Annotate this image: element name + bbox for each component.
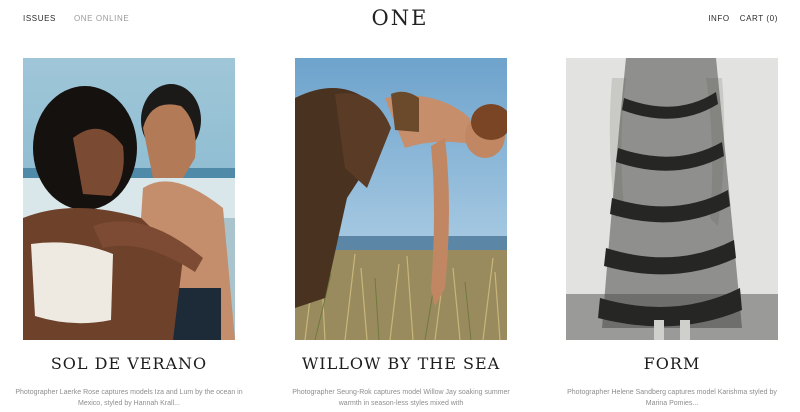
story-title[interactable]: SOL DE VERANO xyxy=(3,354,255,373)
story-card[interactable]: FORM Photographer Helene Sandberg captur… xyxy=(566,58,778,407)
story-description: Photographer Helene Sandberg captures mo… xyxy=(567,389,777,407)
utility-nav: INFO CART (0) xyxy=(708,14,778,23)
nav-cart-link[interactable]: CART (0) xyxy=(740,14,778,23)
story-card[interactable]: WILLOW BY THE SEA Photographer Seung-Rok… xyxy=(292,58,510,407)
story-title[interactable]: FORM xyxy=(546,354,798,373)
story-photo[interactable] xyxy=(295,58,507,340)
story-card[interactable]: SOL DE VERANO Photographer Laerke Rose c… xyxy=(15,58,243,407)
story-photo[interactable] xyxy=(23,58,235,340)
story-title[interactable]: WILLOW BY THE SEA xyxy=(275,354,527,373)
story-description: Photographer Laerke Rose captures models… xyxy=(15,389,243,407)
site-logo[interactable]: ONE xyxy=(0,6,800,30)
story-photo[interactable] xyxy=(566,58,778,340)
story-description: Photographer Seung-Rok captures model Wi… xyxy=(292,389,510,407)
nav-info-link[interactable]: INFO xyxy=(708,14,730,23)
